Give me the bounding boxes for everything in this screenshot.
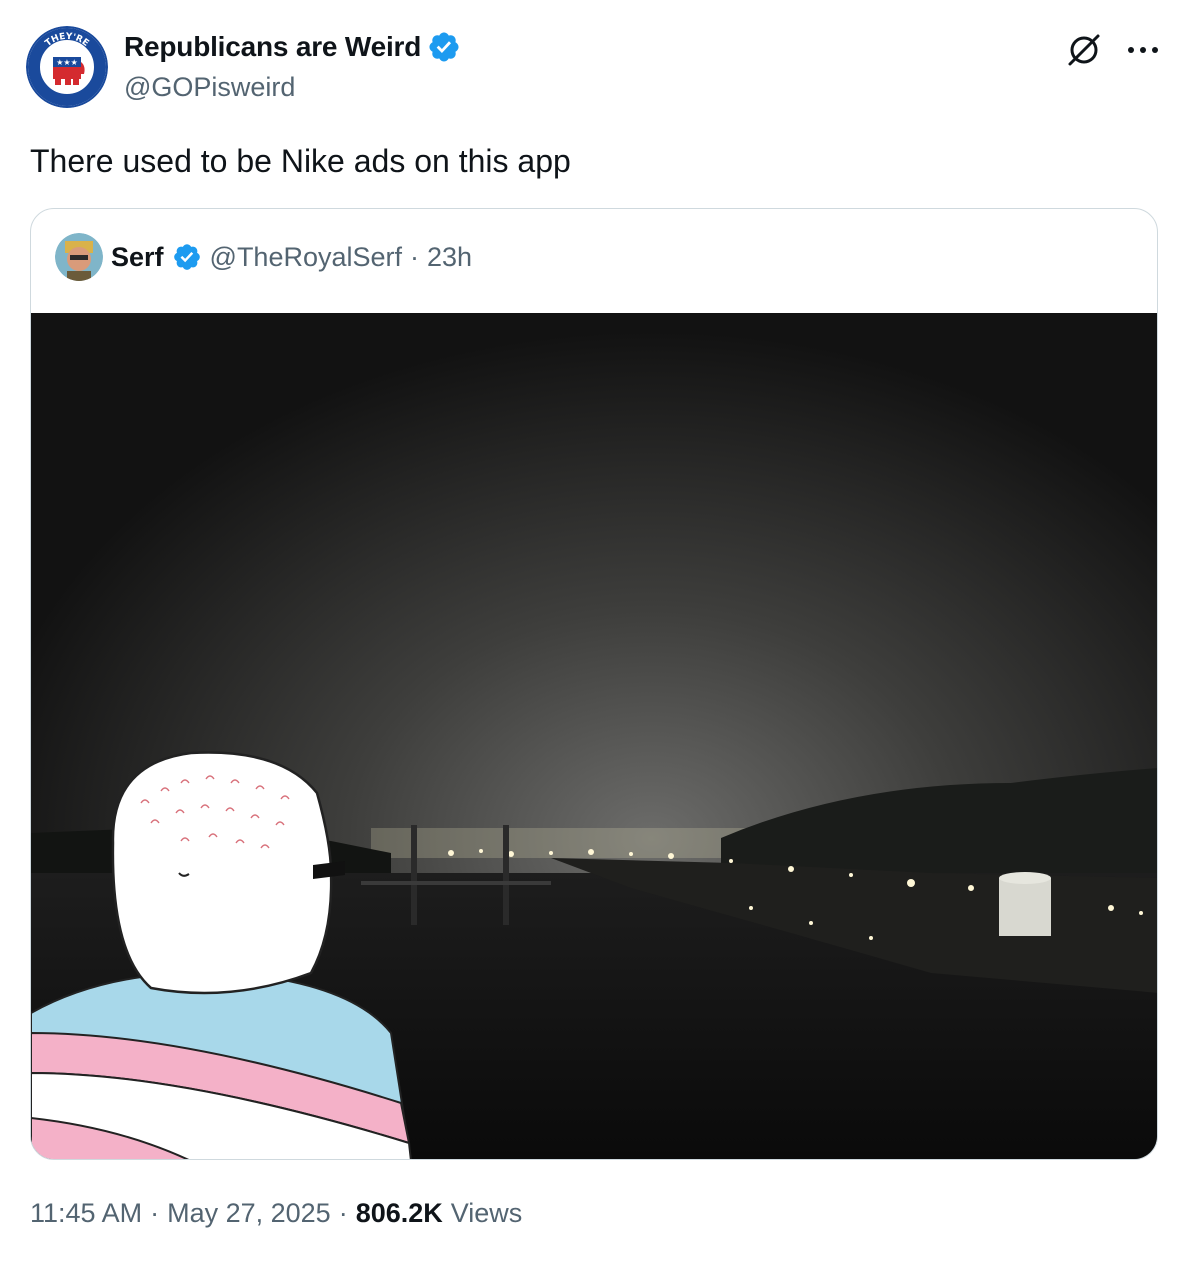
quoted-verified-badge-icon[interactable]	[172, 242, 202, 272]
quoted-avatar[interactable]	[55, 233, 103, 281]
quoted-timestamp[interactable]: 23h	[427, 242, 472, 273]
svg-text:★★★: ★★★	[56, 58, 78, 67]
slashed-circle-icon	[1068, 34, 1100, 66]
quoted-separator: ·	[410, 241, 420, 272]
quoted-media-image[interactable]	[31, 313, 1158, 1160]
verified-badge-icon[interactable]	[427, 30, 461, 64]
views-count: 806.2K	[355, 1198, 443, 1228]
serf-avatar-icon	[55, 233, 103, 281]
author-handle[interactable]: @GOPisweird	[124, 72, 461, 103]
views-label: Views	[450, 1198, 523, 1228]
quoted-display-name[interactable]: Serf	[111, 242, 164, 273]
quoted-handle[interactable]: @TheRoyalSerf	[210, 242, 402, 273]
grok-button[interactable]	[1064, 30, 1104, 70]
author-avatar[interactable]: THEY'RE WEIRD ★★★	[26, 26, 108, 108]
more-options-button[interactable]	[1126, 44, 1160, 56]
meta-separator: ·	[150, 1198, 160, 1228]
quoted-tweet[interactable]: Serf @TheRoyalSerf · 23h	[30, 208, 1158, 1160]
tweet-meta: 11:45 AM · May 27, 2025 · 806.2K Views	[30, 1198, 522, 1229]
tweet-time[interactable]: 11:45 AM	[30, 1198, 142, 1229]
author-display-name[interactable]: Republicans are Weird	[124, 31, 421, 63]
more-dots-icon	[1128, 47, 1158, 53]
tweet-text: There used to be Nike ads on this app	[30, 143, 571, 179]
meta-separator: ·	[338, 1198, 348, 1228]
tweet-actions	[1064, 30, 1160, 70]
tweet-date[interactable]: May 27, 2025	[167, 1198, 331, 1229]
quoted-header: Serf @TheRoyalSerf · 23h	[55, 233, 472, 281]
author-block: Republicans are Weird @GOPisweird	[124, 30, 461, 103]
gop-weird-logo-icon: THEY'RE WEIRD ★★★	[26, 26, 108, 108]
